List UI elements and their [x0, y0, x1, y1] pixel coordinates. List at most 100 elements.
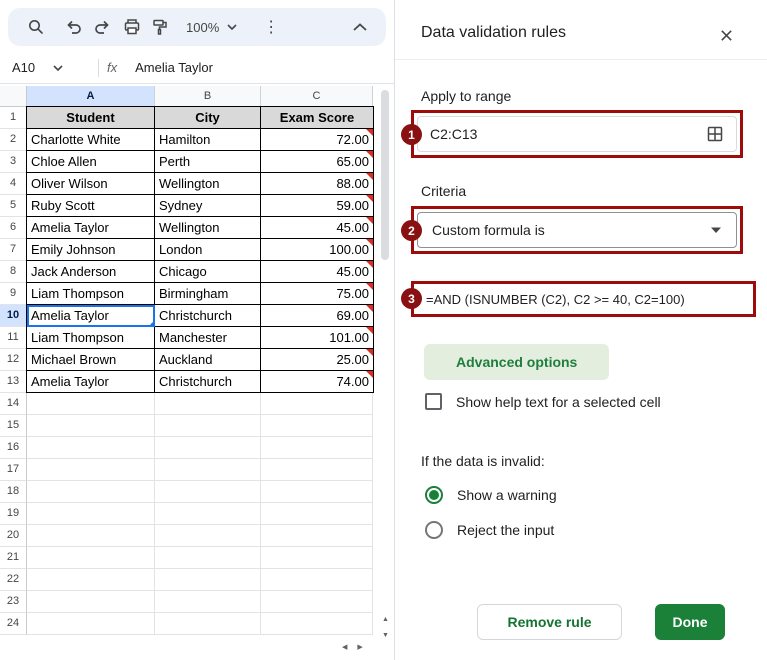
radio-unselected-icon[interactable]: [425, 521, 443, 539]
row-header-5[interactable]: 5: [0, 195, 27, 217]
cell-C9[interactable]: 75.00: [261, 283, 374, 305]
row-header-20[interactable]: 20: [0, 525, 27, 547]
help-text-checkbox[interactable]: [425, 393, 442, 410]
row-header-7[interactable]: 7: [0, 239, 27, 261]
row-header-13[interactable]: 13: [0, 371, 27, 393]
advanced-options-button[interactable]: Advanced options: [424, 344, 610, 380]
cell-C7[interactable]: 100.00: [261, 239, 374, 261]
row-header-6[interactable]: 6: [0, 217, 27, 239]
row-header-9[interactable]: 9: [0, 283, 27, 305]
cell-B13[interactable]: Christchurch: [155, 371, 261, 393]
row-header-14[interactable]: 14: [0, 393, 27, 415]
column-header-B[interactable]: B: [155, 86, 261, 107]
table-header-cell-C1[interactable]: Exam Score: [261, 107, 374, 129]
row-header-3[interactable]: 3: [0, 151, 27, 173]
range-input[interactable]: C2:C13: [417, 116, 737, 152]
cell-A6[interactable]: Amelia Taylor: [27, 217, 155, 239]
formula-bar-value[interactable]: Amelia Taylor: [135, 60, 213, 75]
fill-handle[interactable]: [150, 322, 154, 326]
cell-C10[interactable]: 69.00: [261, 305, 374, 327]
cell-B4[interactable]: Wellington: [155, 173, 261, 195]
scroll-right-icon[interactable]: ▶: [357, 643, 362, 651]
cell-A8[interactable]: Jack Anderson: [27, 261, 155, 283]
vertical-scrollbar[interactable]: [379, 86, 392, 610]
remove-rule-button[interactable]: Remove rule: [477, 604, 622, 640]
radio-selected-icon[interactable]: [425, 486, 443, 504]
row-header-23[interactable]: 23: [0, 591, 27, 613]
vertical-scrollbar-thumb[interactable]: [381, 90, 389, 260]
cell-B6[interactable]: Wellington: [155, 217, 261, 239]
column-header-C[interactable]: C: [261, 86, 373, 107]
more-options-button[interactable]: ⋮: [261, 17, 281, 37]
scroll-down-icon[interactable]: ▼: [379, 628, 392, 643]
formula-input[interactable]: =AND (ISNUMBER (C2), C2 >= 40, C2=100): [417, 292, 750, 307]
row-header-22[interactable]: 22: [0, 569, 27, 591]
cell-C6[interactable]: 45.00: [261, 217, 374, 239]
collapse-toolbar-button[interactable]: [346, 13, 374, 41]
data-table: Student City Exam Score Charlotte White Hami…: [26, 106, 374, 393]
row-header-8[interactable]: 8: [0, 261, 27, 283]
table-header-cell-A1[interactable]: Student: [27, 107, 155, 129]
scroll-left-icon[interactable]: ◀: [342, 643, 347, 651]
row-header-12[interactable]: 12: [0, 349, 27, 371]
cell-B11[interactable]: Manchester: [155, 327, 261, 349]
criteria-dropdown[interactable]: Custom formula is: [417, 212, 737, 248]
cell-C5[interactable]: 59.00: [261, 195, 374, 217]
row-header-21[interactable]: 21: [0, 547, 27, 569]
row-header-11[interactable]: 11: [0, 327, 27, 349]
row-header-15[interactable]: 15: [0, 415, 27, 437]
cell-C12[interactable]: 25.00: [261, 349, 374, 371]
scroll-up-icon[interactable]: ▲: [379, 612, 392, 627]
cell-A9[interactable]: Liam Thompson: [27, 283, 155, 305]
cell-C2[interactable]: 72.00: [261, 129, 374, 151]
cell-B5[interactable]: Sydney: [155, 195, 261, 217]
cell-B2[interactable]: Hamilton: [155, 129, 261, 151]
cell-A3[interactable]: Chloe Allen: [27, 151, 155, 173]
cell-B3[interactable]: Perth: [155, 151, 261, 173]
row-header-16[interactable]: 16: [0, 437, 27, 459]
row-header-4[interactable]: 4: [0, 173, 27, 195]
step-badge-2: 2: [401, 220, 422, 241]
row-header-1[interactable]: 1: [0, 107, 27, 129]
cell-C11[interactable]: 101.00: [261, 327, 374, 349]
cell-C13[interactable]: 74.00: [261, 371, 374, 393]
show-warning-option[interactable]: Show a warning: [425, 486, 557, 504]
row-header-24[interactable]: 24: [0, 613, 27, 635]
cell-B12[interactable]: Auckland: [155, 349, 261, 371]
reject-input-option[interactable]: Reject the input: [425, 521, 554, 539]
cell-C4[interactable]: 88.00: [261, 173, 374, 195]
cell-A10[interactable]: Amelia Taylor: [27, 305, 155, 327]
row-header-2[interactable]: 2: [0, 129, 27, 151]
cell-C3[interactable]: 65.00: [261, 151, 374, 173]
name-box[interactable]: A10: [12, 60, 98, 75]
cell-A4[interactable]: Oliver Wilson: [27, 173, 155, 195]
cell-C8[interactable]: 45.00: [261, 261, 374, 283]
cell-A2[interactable]: Charlotte White: [27, 129, 155, 151]
cell-B8[interactable]: Chicago: [155, 261, 261, 283]
redo-button[interactable]: [88, 13, 116, 41]
search-button[interactable]: [22, 13, 50, 41]
row-header-19[interactable]: 19: [0, 503, 27, 525]
paint-format-button[interactable]: [146, 13, 174, 41]
cell-A12[interactable]: Michael Brown: [27, 349, 155, 371]
row-header-10[interactable]: 10: [0, 305, 27, 327]
table-header-cell-B1[interactable]: City: [155, 107, 261, 129]
cell-A5[interactable]: Ruby Scott: [27, 195, 155, 217]
select-all-corner[interactable]: [0, 86, 27, 107]
cell-A7[interactable]: Emily Johnson: [27, 239, 155, 261]
cell-A13[interactable]: Amelia Taylor: [27, 371, 155, 393]
table-row: Jack Anderson Chicago 45.00: [27, 261, 374, 283]
zoom-selector[interactable]: 100%: [186, 20, 237, 35]
cell-A11[interactable]: Liam Thompson: [27, 327, 155, 349]
print-button[interactable]: [118, 13, 146, 41]
cell-B7[interactable]: London: [155, 239, 261, 261]
row-header-18[interactable]: 18: [0, 481, 27, 503]
done-button[interactable]: Done: [655, 604, 725, 640]
column-header-A[interactable]: A: [27, 86, 155, 107]
select-data-range-icon[interactable]: [706, 125, 724, 143]
row-header-17[interactable]: 17: [0, 459, 27, 481]
cell-B10[interactable]: Christchurch: [155, 305, 261, 327]
close-panel-button[interactable]: [713, 22, 739, 48]
undo-button[interactable]: [60, 13, 88, 41]
cell-B9[interactable]: Birmingham: [155, 283, 261, 305]
